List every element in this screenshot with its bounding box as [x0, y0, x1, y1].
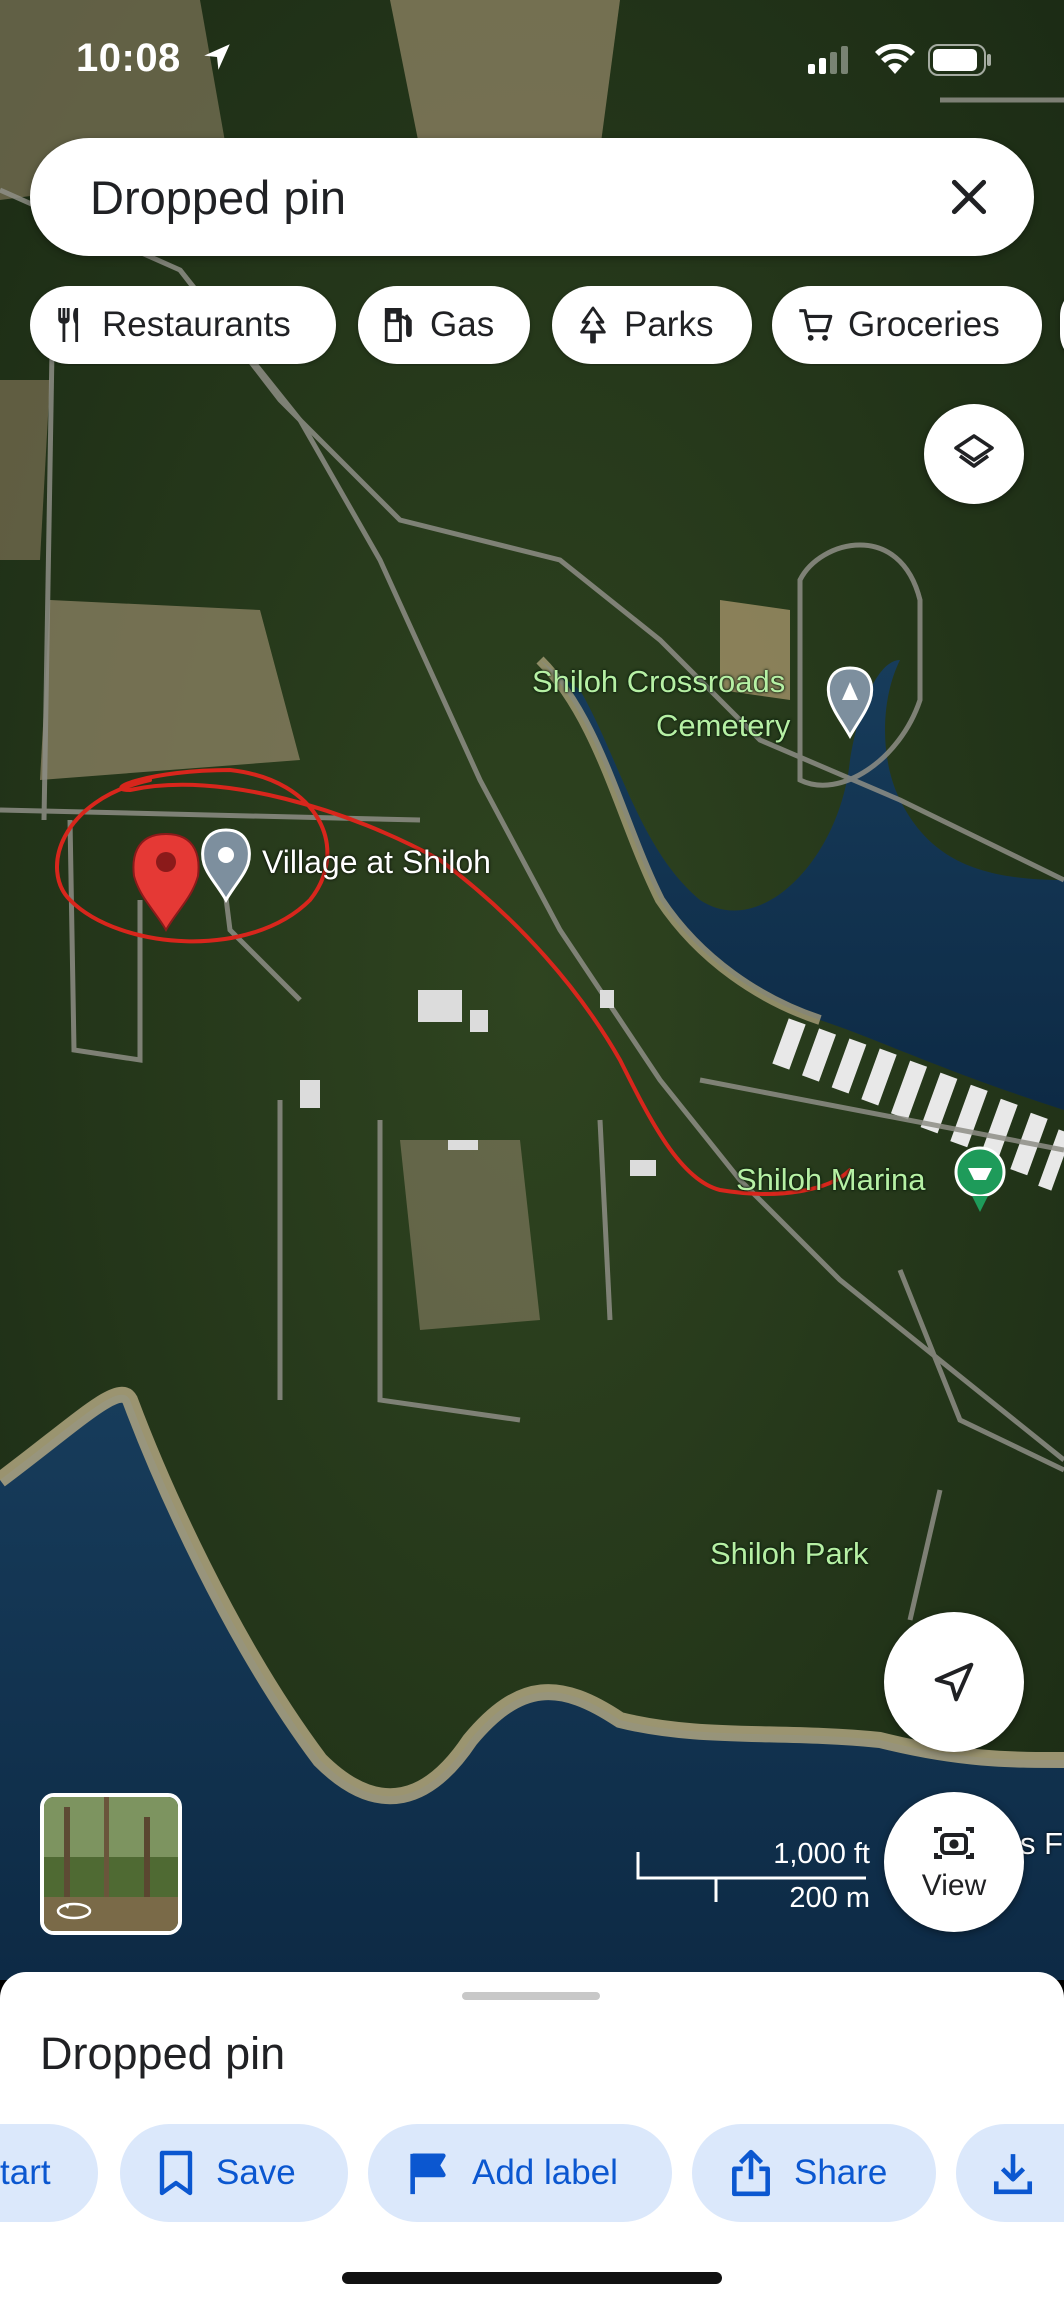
fork-knife-icon	[58, 308, 79, 342]
cart-icon	[799, 309, 833, 341]
cemetery-marker[interactable]	[826, 666, 874, 740]
tree-icon	[580, 306, 606, 344]
dropped-pin-marker[interactable]	[132, 832, 200, 933]
add-label-label: Add label	[472, 2153, 618, 2192]
search-query[interactable]: Dropped pin	[90, 170, 346, 225]
cemetery-label[interactable]: Shiloh Crossroads	[532, 664, 785, 700]
status-bar: 10:08	[0, 0, 1064, 120]
chip-parks[interactable]: Parks	[552, 286, 752, 364]
chip-gas[interactable]: Gas	[358, 286, 530, 364]
status-time: 10:08	[76, 36, 181, 80]
red-annotation-circle	[55, 767, 852, 1196]
view-label: View	[921, 1869, 987, 1902]
rotate-360-icon	[56, 1902, 92, 1920]
download-button[interactable]	[956, 2124, 1064, 2222]
chip-restaurants[interactable]: Restaurants	[30, 286, 336, 364]
street-view-thumbnail[interactable]	[40, 1793, 182, 1935]
camera-lens-icon	[934, 1827, 974, 1859]
chip-label: Restaurants	[102, 305, 291, 344]
save-button[interactable]: Save	[120, 2124, 348, 2222]
sheet-drag-handle[interactable]	[462, 1992, 600, 2000]
layers-icon	[954, 434, 994, 468]
gas-pump-icon	[384, 308, 412, 342]
chip-label: Gas	[430, 305, 495, 344]
category-chips: Restaurants Gas Parks Groceries	[30, 286, 1064, 366]
place-sheet[interactable]: Dropped pin tart Save Add label Share	[0, 1972, 1064, 2304]
view-lens-button[interactable]: View	[884, 1792, 1024, 1932]
download-icon	[993, 2154, 1033, 2195]
layers-button[interactable]	[924, 404, 1024, 504]
share-button[interactable]: Share	[692, 2124, 936, 2222]
home-indicator[interactable]	[342, 2272, 722, 2284]
share-icon	[732, 2149, 770, 2197]
my-location-button[interactable]	[884, 1612, 1024, 1752]
chip-groceries[interactable]: Groceries	[772, 286, 1042, 364]
signal-icon	[808, 46, 848, 74]
battery-icon	[928, 44, 991, 76]
flag-icon	[410, 2153, 446, 2195]
add-label-button[interactable]: Add label	[368, 2124, 672, 2222]
wifi-icon	[875, 44, 915, 74]
close-icon[interactable]	[944, 172, 994, 222]
chip-label: Groceries	[848, 305, 1000, 344]
scale-bar: 1,000 ft 200 m	[636, 1838, 886, 1918]
start-label: tart	[0, 2153, 51, 2192]
chip-label: Parks	[624, 305, 714, 344]
village-place-marker[interactable]	[201, 828, 251, 904]
location-arrow-icon	[204, 44, 230, 70]
sheet-title: Dropped pin	[40, 2028, 286, 2079]
search-bar[interactable]: Dropped pin	[30, 138, 1034, 256]
cemetery-label-line2[interactable]: Cemetery	[656, 708, 790, 744]
marina-label[interactable]: Shiloh Marina	[736, 1162, 926, 1198]
start-button[interactable]: tart	[0, 2124, 98, 2222]
marina-marker[interactable]	[954, 1146, 1006, 1212]
bookmark-icon	[159, 2150, 193, 2196]
share-label: Share	[794, 2153, 888, 2192]
save-label: Save	[216, 2153, 296, 2192]
park-label[interactable]: Shiloh Park	[710, 1536, 869, 1572]
village-label[interactable]: Village at Shiloh	[262, 844, 491, 881]
navigation-arrow-icon	[934, 1662, 974, 1702]
scale-lines	[636, 1852, 866, 1902]
chip-partial[interactable]	[1060, 286, 1064, 364]
action-buttons: tart Save Add label Share	[0, 2124, 1064, 2224]
cutoff-label: s F	[1020, 1826, 1064, 1861]
